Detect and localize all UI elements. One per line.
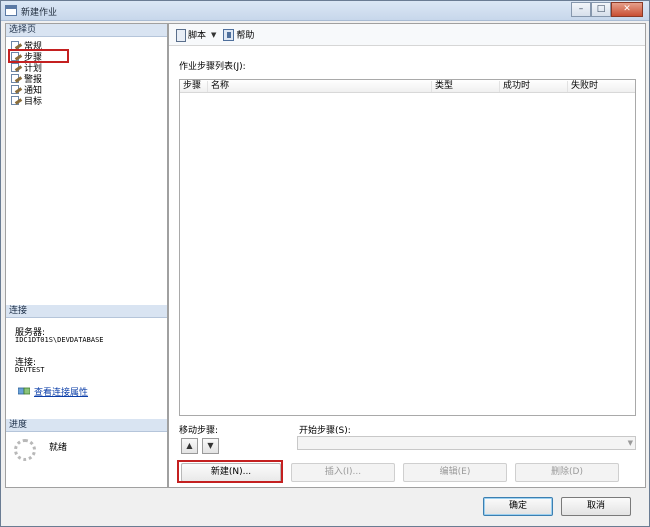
server-value: IDC1DT01S\DEVDATABASE — [15, 336, 104, 344]
ok-button[interactable]: 确定 — [483, 497, 553, 516]
arrow-up-icon: ▲ — [186, 441, 193, 450]
column-header-on-success[interactable]: 成功时 — [500, 81, 568, 92]
column-header-name[interactable]: 名称 — [208, 81, 432, 92]
view-connection-properties-link[interactable]: 查看连接属性 — [34, 385, 88, 398]
job-steps-grid[interactable]: 步骤 名称 类型 成功时 失败时 — [179, 79, 636, 416]
help-icon — [223, 28, 235, 41]
toolbar: 脚本 ▼ 帮助 — [169, 24, 645, 46]
move-up-button[interactable]: ▲ — [181, 438, 198, 454]
window-icon — [5, 5, 17, 16]
start-step-select[interactable]: ▼ — [297, 436, 636, 450]
move-step-label: 移动步骤: — [179, 426, 219, 436]
column-header-step[interactable]: 步骤 — [180, 81, 208, 92]
progress-header: 进度 — [6, 419, 167, 432]
select-page-header: 选择页 — [6, 24, 167, 37]
page-item-targets[interactable]: 目标 — [9, 95, 43, 107]
edit-step-button[interactable]: 编辑(E) — [403, 463, 507, 482]
page-item-label: 目标 — [24, 97, 43, 107]
script-icon — [175, 28, 186, 42]
column-header-type[interactable]: 类型 — [432, 81, 500, 92]
job-steps-list-label: 作业步骤列表(J): — [179, 62, 246, 72]
window-controls: – □ ✕ — [571, 2, 643, 17]
help-label: 帮助 — [236, 31, 255, 41]
close-button[interactable]: ✕ — [611, 2, 643, 17]
column-header-on-failure[interactable]: 失败时 — [568, 81, 635, 92]
insert-step-button[interactable]: 插入(I)... — [291, 463, 395, 482]
grid-header: 步骤 名称 类型 成功时 失败时 — [180, 80, 635, 93]
script-button[interactable]: 脚本 ▼ — [173, 27, 218, 43]
page-icon — [9, 95, 23, 106]
page-icon — [9, 84, 23, 95]
cancel-button[interactable]: 取消 — [561, 497, 631, 516]
page-icon — [9, 73, 23, 84]
delete-step-button[interactable]: 删除(D) — [515, 463, 619, 482]
new-button-highlight-annotation — [177, 460, 283, 483]
window-title: 新建作业 — [21, 8, 58, 18]
page-icon — [9, 62, 23, 73]
steps-highlight-annotation — [8, 49, 69, 63]
chevron-down-icon[interactable]: ▼ — [211, 31, 216, 39]
connection-properties-icon — [18, 387, 30, 395]
arrow-down-icon: ▼ — [207, 441, 214, 450]
title-bar[interactable]: 新建作业 – □ ✕ — [1, 1, 649, 21]
connection-value: DEVTEST — [15, 366, 45, 374]
chevron-down-icon[interactable]: ▼ — [628, 439, 633, 447]
connection-header: 连接 — [6, 305, 167, 318]
new-job-window: 新建作业 – □ ✕ 选择页 常规 步骤 计划 警报 通知 目标 连接 服务器:… — [0, 0, 650, 527]
start-step-label: 开始步骤(S): — [299, 426, 351, 436]
left-pane: 选择页 常规 步骤 计划 警报 通知 目标 连接 服务器: IDC1DT01S\… — [5, 23, 168, 488]
maximize-button[interactable]: □ — [591, 2, 611, 17]
right-pane: 脚本 ▼ 帮助 作业步骤列表(J): 步骤 名称 类型 成功时 失败时 移动步骤… — [168, 23, 646, 488]
progress-status: 就绪 — [49, 443, 68, 453]
minimize-button[interactable]: – — [571, 2, 591, 17]
help-button[interactable]: 帮助 — [221, 27, 256, 43]
move-down-button[interactable]: ▼ — [202, 438, 219, 454]
progress-spinner-icon — [14, 439, 36, 461]
script-label: 脚本 — [188, 31, 207, 41]
